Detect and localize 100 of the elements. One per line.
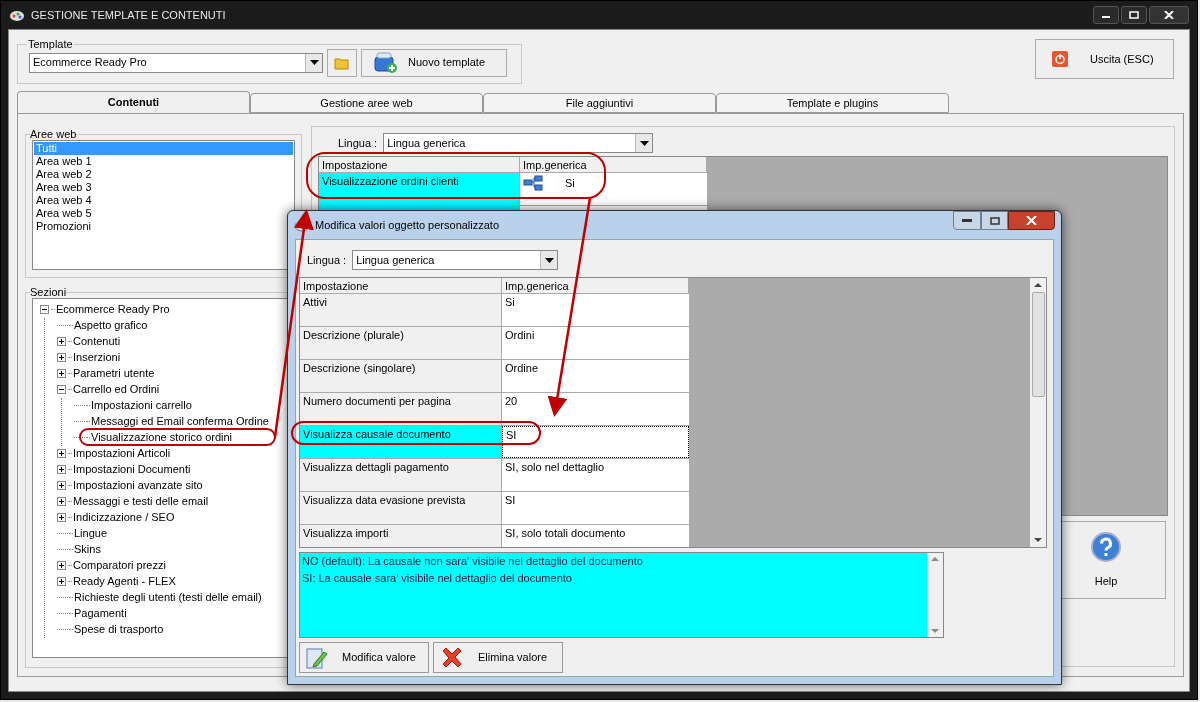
table-cell: Attivi [300, 294, 502, 326]
column-header[interactable]: Imp.generica [502, 278, 689, 293]
grid-row[interactable]: Attivi Si [300, 294, 689, 327]
expand-icon[interactable] [57, 353, 66, 362]
tree-item[interactable]: Inserzioni [73, 349, 121, 366]
grid-row[interactable]: Descrizione (singolare) Ordine [300, 360, 689, 393]
tree-item[interactable]: Skins [74, 541, 101, 558]
list-item[interactable]: Area web 3 [34, 180, 293, 194]
tree-item[interactable]: Messaggi ed Email conferma Ordine [91, 413, 269, 430]
template-dropdown[interactable]: Ecommerce Ready Pro [29, 52, 323, 73]
hierarchy-icon [523, 175, 543, 191]
maximize-icon [1129, 11, 1139, 19]
table-cell-text: SI [504, 493, 517, 508]
tree-item[interactable]: Ecommerce Ready Pro [56, 301, 170, 318]
maximize-button[interactable] [1121, 6, 1147, 24]
expand-icon[interactable] [57, 449, 66, 458]
language-label: Lingua : [338, 135, 378, 151]
tree-item[interactable]: Parametri utente [73, 365, 155, 382]
expand-icon[interactable] [57, 513, 66, 522]
tree-item[interactable]: Impostazioni Documenti [73, 461, 191, 478]
close-button[interactable] [1008, 211, 1055, 230]
grid-row[interactable]: Visualizzazione ordini clienti Si [319, 173, 707, 206]
box-plus-icon [374, 51, 398, 74]
maximize-button[interactable] [981, 211, 1008, 230]
table-cell: Visualizza data evasione prevista [300, 492, 502, 524]
power-icon [1052, 51, 1068, 67]
minimize-button[interactable] [1093, 6, 1119, 24]
tree-item[interactable]: Spese di trasporto [74, 621, 164, 638]
edit-value-button[interactable]: Modifica valore [299, 642, 429, 673]
table-cell: Descrizione (singolare) [300, 360, 502, 392]
table-cell-text: 20 [504, 394, 519, 409]
grid-row[interactable]: Descrizione (plurale) Ordini [300, 327, 689, 360]
cross-icon [440, 645, 464, 670]
expand-icon[interactable] [57, 369, 66, 378]
description-line: SI: La causale sara' visibile nel dettaglio del documento [302, 570, 573, 586]
table-cell-text: Si [565, 176, 575, 191]
grid-row[interactable]: Visualizza dettagli pagamento SI, solo nel dettaglio [300, 459, 689, 492]
language-dropdown[interactable]: Lingua generica [383, 133, 654, 153]
table-cell: Numero documenti per pagina [300, 393, 502, 425]
grid-row[interactable]: Visualizza causale documento SI [300, 426, 689, 459]
tree-item[interactable]: Ready Agenti - FLEX [73, 573, 176, 590]
tree-item[interactable]: Messaggi e testi delle email [73, 493, 209, 510]
tree-item[interactable]: Visualizzazione storico ordini [91, 429, 233, 446]
language-label: Lingua : [307, 252, 347, 268]
table-cell: Visualizza causale documento [300, 426, 502, 458]
expand-icon[interactable] [57, 497, 66, 506]
vertical-scrollbar[interactable] [1030, 278, 1046, 547]
grid-row[interactable]: Visualizza data evasione prevista SI [300, 492, 689, 525]
help-icon [1090, 530, 1122, 563]
list-item[interactable]: Area web 2 [34, 167, 293, 181]
expand-icon[interactable] [57, 577, 66, 586]
tree-item[interactable]: Aspetto grafico [74, 317, 148, 334]
minimize-button[interactable] [953, 211, 981, 230]
tree-item[interactable]: Impostazioni Articoli [73, 445, 171, 462]
tab[interactable]: File aggiuntivi [483, 93, 716, 113]
folder-icon [334, 55, 350, 70]
tree-item[interactable]: Richieste degli utenti (testi delle email) [74, 589, 262, 606]
tree-item[interactable]: Impostazioni avanzate sito [73, 477, 203, 494]
tree-item[interactable]: Impostazioni carrello [91, 397, 192, 414]
tree-item[interactable]: Indicizzazione / SEO [73, 509, 175, 526]
collapse-icon[interactable] [40, 305, 49, 314]
list-item[interactable]: Area web 4 [34, 193, 293, 207]
language-dropdown[interactable]: Lingua generica [352, 250, 559, 270]
table-cell-text: Si [504, 295, 516, 310]
group-label: Template [28, 38, 73, 50]
delete-value-button[interactable]: Elimina valore [433, 642, 563, 673]
close-icon [1164, 11, 1174, 19]
expand-icon[interactable] [57, 481, 66, 490]
table-cell: SI [502, 426, 689, 458]
column-header[interactable]: Impostazione [319, 157, 520, 172]
list-item[interactable]: Area web 1 [34, 154, 293, 168]
group-label: Sezioni [30, 286, 67, 298]
tab[interactable]: Template e plugins [716, 93, 949, 113]
tab[interactable]: Gestione aree web [250, 93, 483, 113]
table-cell-text: Ordini [504, 328, 536, 343]
description-line: NO (default): La causale non sara' visibile nel dettaglio del documento [302, 554, 644, 569]
window-title: GESTIONE TEMPLATE E CONTENUTI [31, 7, 226, 23]
group-label: Aree web [30, 128, 77, 140]
maximize-icon [989, 216, 1000, 225]
table-cell: Descrizione (plurale) [300, 327, 502, 359]
table-cell-text: SI, solo nel dettaglio [504, 460, 606, 475]
table-cell-text: Ordine [504, 361, 540, 376]
table-cell: Visualizza importi [300, 525, 502, 547]
close-button[interactable] [1149, 6, 1189, 24]
tree-item[interactable]: Carrello ed Ordini [73, 381, 160, 398]
expand-icon[interactable] [57, 561, 66, 570]
expand-icon[interactable] [57, 337, 66, 346]
tab[interactable]: Contenuti [17, 91, 250, 113]
tree-item[interactable]: Pagamenti [74, 605, 127, 622]
column-header[interactable]: Imp.generica [520, 157, 707, 172]
new-template-button[interactable]: Nuovo template [361, 48, 507, 77]
tree-item[interactable]: Comparatori prezzi [73, 557, 166, 574]
column-header[interactable]: Impostazione [300, 278, 502, 293]
grid-row[interactable]: Numero documenti per pagina 20 [300, 393, 689, 426]
tree-item[interactable]: Contenuti [73, 333, 121, 350]
dialog-title: Modifica valori oggetto personalizzato [315, 217, 500, 233]
expand-icon[interactable] [57, 465, 66, 474]
collapse-icon[interactable] [57, 385, 66, 394]
exit-button[interactable]: Uscita (ESC) [1035, 39, 1174, 79]
tree-item[interactable]: Lingue [74, 525, 108, 542]
